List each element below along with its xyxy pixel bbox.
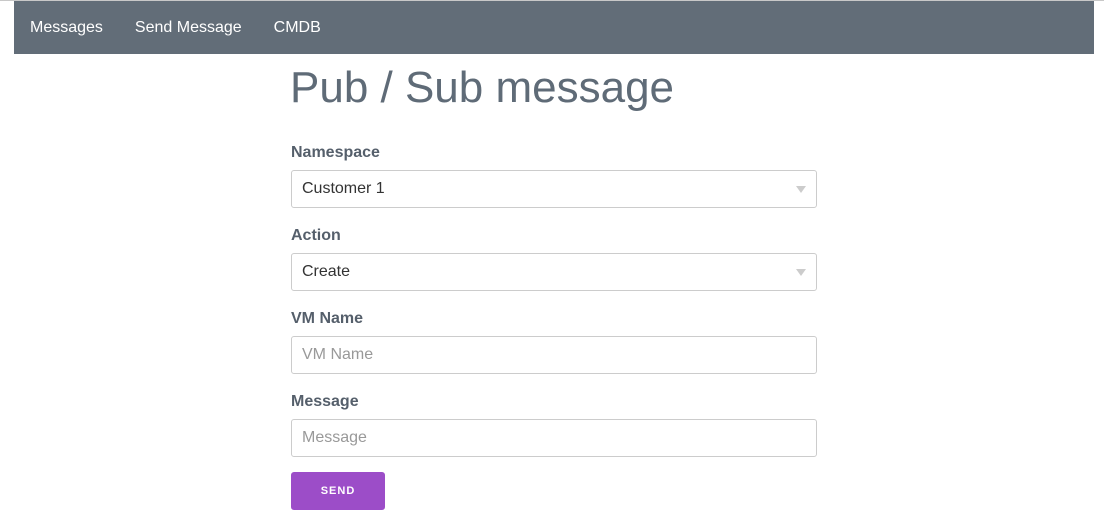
send-button[interactable]: SEND bbox=[291, 472, 385, 510]
nav-send-message[interactable]: Send Message bbox=[135, 19, 242, 37]
namespace-label: Namespace bbox=[291, 144, 380, 161]
vm-name-label: VM Name bbox=[291, 310, 364, 327]
nav-messages[interactable]: Messages bbox=[30, 19, 103, 37]
page-title: Pub / Sub message bbox=[290, 63, 675, 112]
nav-cmdb[interactable]: CMDB bbox=[274, 19, 321, 37]
action-value: Create bbox=[302, 263, 351, 280]
action-select[interactable]: Create bbox=[291, 253, 817, 291]
message-label: Message bbox=[291, 393, 359, 410]
chevron-down-icon bbox=[796, 269, 806, 276]
action-label: Action bbox=[291, 227, 341, 244]
message-input[interactable] bbox=[291, 419, 817, 457]
chevron-down-icon bbox=[796, 186, 806, 193]
namespace-value: Customer 1 bbox=[302, 180, 385, 197]
vm-name-input[interactable] bbox=[291, 336, 817, 374]
top-navbar: Messages Send Message CMDB bbox=[14, 1, 1094, 54]
namespace-select[interactable]: Customer 1 bbox=[291, 170, 817, 208]
